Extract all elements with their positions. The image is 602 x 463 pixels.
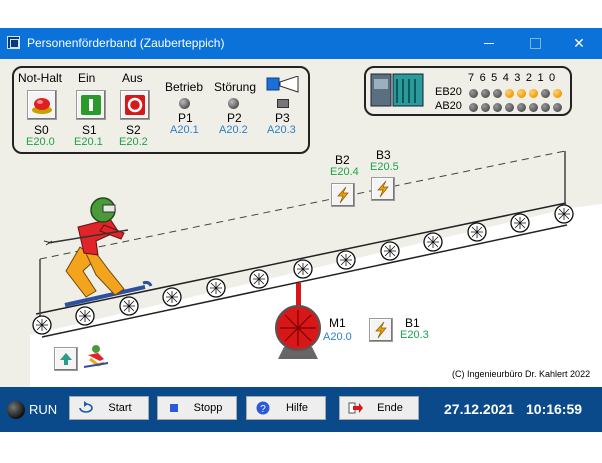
add-person-button[interactable] xyxy=(54,347,78,371)
b1-label: B1 xyxy=(405,316,420,330)
emergency-stop-header: Not-Halt xyxy=(18,71,63,85)
window-bottom-margin xyxy=(0,432,602,463)
b3-label: B3 xyxy=(376,148,391,162)
s0-address: E20.0 xyxy=(26,136,55,148)
b1-address: E20.3 xyxy=(400,329,429,341)
time-display: 10:16:59 xyxy=(526,401,583,417)
s1-address: E20.1 xyxy=(74,136,103,148)
lightning-icon xyxy=(337,186,349,204)
skier-figure xyxy=(43,197,153,307)
run-label: RUN xyxy=(29,402,58,417)
emergency-stop-icon xyxy=(32,98,52,114)
eb20-bit-3 xyxy=(517,89,526,98)
b1-sensor-button[interactable] xyxy=(369,318,393,342)
p2-lamp xyxy=(228,98,239,109)
eb20-bit-2 xyxy=(529,89,538,98)
bit-index-labels: 7 6 5 4 3 2 1 0 xyxy=(468,72,557,84)
start-button[interactable]: Start xyxy=(69,396,149,420)
p1-lamp xyxy=(179,98,190,109)
on-button[interactable] xyxy=(76,90,106,120)
exit-button[interactable]: Ende xyxy=(339,396,419,420)
simulation-area: Not-Halt Ein Aus S0 S1 S2 E20.0 E20.1 E2… xyxy=(0,59,602,387)
eb20-bit-0 xyxy=(553,89,562,98)
close-button[interactable]: ✕ xyxy=(556,28,602,59)
s1-label: S1 xyxy=(82,123,97,137)
lightning-icon xyxy=(377,180,389,198)
horn-icon xyxy=(266,76,299,93)
run-indicator-icon xyxy=(7,401,25,419)
eb20-label: EB20 xyxy=(435,86,462,98)
emergency-stop-button[interactable] xyxy=(27,90,57,120)
help-label: Hilfe xyxy=(285,402,308,414)
stop-button[interactable]: Stopp xyxy=(157,396,237,420)
p1-address: A20.1 xyxy=(170,124,199,136)
off-header: Aus xyxy=(122,71,143,85)
s2-label: S2 xyxy=(126,123,141,137)
minimize-button[interactable] xyxy=(466,28,512,59)
s0-label: S0 xyxy=(34,123,49,137)
p3-indicator xyxy=(277,99,289,108)
m1-address: A20.0 xyxy=(323,331,352,343)
arrow-up-icon xyxy=(60,353,72,365)
on-icon xyxy=(81,95,101,115)
window-title: Personenförderband (Zauberteppich) xyxy=(27,36,225,50)
b3-sensor-button[interactable] xyxy=(371,177,395,201)
b2-sensor-button[interactable] xyxy=(331,183,355,207)
stop-label: Stopp xyxy=(193,402,223,414)
control-panel: Not-Halt Ein Aus S0 S1 S2 E20.0 E20.1 E2… xyxy=(12,66,310,154)
p2-address: A20.2 xyxy=(219,124,248,136)
operation-header: Betrieb xyxy=(165,80,204,94)
ab20-bit-1 xyxy=(541,103,550,112)
off-icon xyxy=(125,95,145,115)
b3-address: E20.5 xyxy=(370,161,399,173)
fault-header: Störung xyxy=(214,80,257,94)
ab20-bit-4 xyxy=(505,103,514,112)
motor-m1-graphic xyxy=(275,305,321,359)
eb20-bit-7 xyxy=(469,89,478,98)
start-label: Start xyxy=(108,402,132,414)
ab20-bit-5 xyxy=(493,103,502,112)
lightning-icon xyxy=(375,321,387,339)
status-bar: RUN Start Stopp ? Hilfe Ende 27.12.2021 … xyxy=(0,387,602,432)
app-icon xyxy=(7,36,20,49)
maximize-button[interactable] xyxy=(512,28,558,59)
m1-label: M1 xyxy=(329,316,346,330)
eb20-bit-1 xyxy=(541,89,550,98)
ab20-bit-6 xyxy=(481,103,490,112)
exit-label: Ende xyxy=(377,402,403,414)
p1-label: P1 xyxy=(178,111,193,125)
ab20-bit-3 xyxy=(517,103,526,112)
app-window: Personenförderband (Zauberteppich) ✕ Not… xyxy=(0,0,602,463)
s2-address: E20.2 xyxy=(119,136,148,148)
ab20-bit-2 xyxy=(529,103,538,112)
eb20-bit-6 xyxy=(481,89,490,98)
on-header: Ein xyxy=(78,71,96,85)
ab20-bit-7 xyxy=(469,103,478,112)
eb20-bit-4 xyxy=(505,89,514,98)
p2-label: P2 xyxy=(227,111,242,125)
title-bar: Personenförderband (Zauberteppich) ✕ xyxy=(0,28,602,59)
ab20-label: AB20 xyxy=(435,100,462,112)
off-button[interactable] xyxy=(120,90,150,120)
b2-address: E20.4 xyxy=(330,166,359,178)
plc-panel: 7 6 5 4 3 2 1 0 EB20 AB20 xyxy=(364,66,572,116)
ab20-bit-0 xyxy=(553,103,562,112)
p3-address: A20.3 xyxy=(267,124,296,136)
b2-label: B2 xyxy=(335,153,350,167)
date-display: 27.12.2021 xyxy=(444,401,515,417)
copyright-text: (C) Ingenieurbüro Dr. Kahlert 2022 xyxy=(452,369,591,379)
plc-icon xyxy=(370,73,424,107)
p3-label: P3 xyxy=(275,111,290,125)
help-button[interactable]: ? Hilfe xyxy=(246,396,326,420)
eb20-bit-5 xyxy=(493,89,502,98)
